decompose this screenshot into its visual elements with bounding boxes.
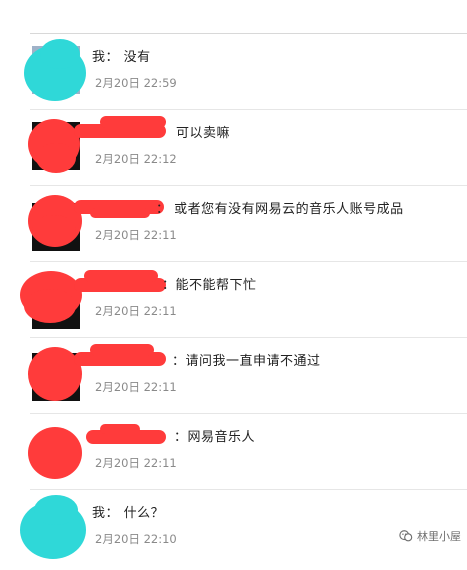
list-item[interactable]: ：请问我一直申请不通过 2月20日 22:11 [28, 338, 467, 414]
redacted-name [90, 208, 150, 218]
avatar[interactable] [24, 39, 86, 101]
avatar[interactable] [20, 495, 86, 559]
redacted-name [84, 270, 158, 282]
list-item[interactable]: ：能不能帮下忙 2月20日 22:11 [20, 262, 467, 338]
list-item[interactable]: 我： 没有 2月20日 22:59 [24, 34, 467, 110]
redacted-name [90, 344, 154, 356]
watermark-text: 林里小屋 [417, 530, 461, 543]
message-text: ：网易音乐人 [174, 430, 256, 445]
message-text: 我： 什么？ [92, 506, 165, 521]
message-time: 2月20日 22:12 [95, 152, 177, 166]
list-item[interactable]: ：网易音乐人 2月20日 22:11 [28, 414, 467, 490]
avatar[interactable] [28, 423, 84, 479]
message-text: ：请问我一直申请不通过 [172, 354, 321, 369]
message-time: 2月20日 22:11 [95, 304, 177, 318]
message-list: 我： 没有 2月20日 22:59 可以卖嘛 2月20日 22:12 ： 或者您… [0, 34, 467, 570]
wechat-official-icon [399, 530, 413, 542]
message-time: 2月20日 22:11 [95, 456, 177, 470]
message-text: ：能不能帮下忙 [162, 278, 257, 293]
redacted-name [100, 424, 140, 434]
message-text: 我： 没有 [92, 50, 151, 65]
message-time: 2月20日 22:11 [95, 228, 177, 242]
message-time: 2月20日 22:11 [95, 380, 177, 394]
message-time: 2月20日 22:10 [95, 532, 177, 546]
list-item[interactable]: 可以卖嘛 2月20日 22:12 [28, 110, 467, 186]
message-time: 2月20日 22:59 [95, 76, 177, 90]
list-item[interactable]: ： 或者您有没有网易云的音乐人账号成品 2月20日 22:11 [28, 186, 467, 262]
watermark: 林里小屋 [399, 528, 461, 544]
message-text: ： 或者您有没有网易云的音乐人账号成品 [156, 202, 404, 217]
message-text: 可以卖嘛 [176, 126, 231, 141]
redacted-name [100, 116, 166, 128]
